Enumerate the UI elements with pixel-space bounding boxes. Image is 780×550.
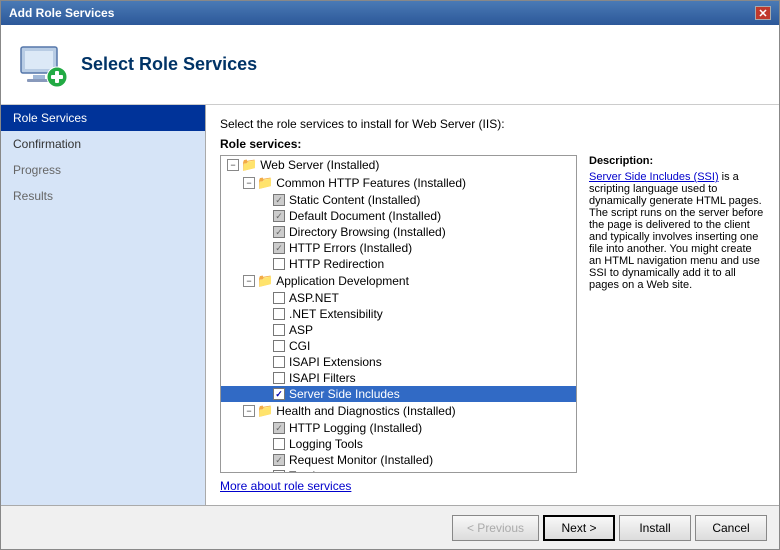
tree-item-label: HTTP Redirection (289, 257, 384, 271)
expand-icon[interactable]: − (227, 159, 239, 171)
tree-item-web-server[interactable]: −📁Web Server (Installed) (221, 156, 576, 174)
checkbox[interactable] (273, 454, 285, 466)
tree-item-label: Server Side Includes (289, 387, 400, 401)
tree-item-tracing[interactable]: Tracing (221, 468, 576, 473)
tree-item-label: ASP.NET (289, 291, 339, 305)
previous-button[interactable]: < Previous (452, 515, 539, 541)
checkbox[interactable] (273, 194, 285, 206)
tree-item-label: Application Development (276, 274, 409, 288)
checkbox[interactable] (273, 308, 285, 320)
tree-item-http-redirect[interactable]: HTTP Redirection (221, 256, 576, 272)
tree-item-common-http[interactable]: −📁Common HTTP Features (Installed) (221, 174, 576, 192)
checkbox[interactable] (273, 356, 285, 368)
folder-icon: 📁 (241, 157, 257, 173)
more-about-link[interactable]: More about role services (220, 479, 351, 493)
tree-item-isapi-ext[interactable]: ISAPI Extensions (221, 354, 576, 370)
checkbox[interactable] (273, 242, 285, 254)
expand-icon[interactable]: − (243, 275, 255, 287)
tree-item-label: Web Server (Installed) (260, 158, 379, 172)
tree-item-cgi[interactable]: CGI (221, 338, 576, 354)
main-panel: Select the role services to install for … (206, 105, 779, 505)
tree-item-logging-tools[interactable]: Logging Tools (221, 436, 576, 452)
tree-item-app-dev[interactable]: −📁Application Development (221, 272, 576, 290)
tree-panel[interactable]: −📁Web Server (Installed)−📁Common HTTP Fe… (220, 155, 577, 473)
description-body: Server Side Includes (SSI) is a scriptin… (589, 171, 765, 291)
tree-item-label: HTTP Logging (Installed) (289, 421, 422, 435)
more-link-row: More about role services (220, 479, 765, 493)
header-title: Select Role Services (81, 54, 257, 75)
tree-item-default-doc[interactable]: Default Document (Installed) (221, 208, 576, 224)
description-text-suffix: is a scripting language used to dynamica… (589, 171, 763, 291)
tree-item-label: Health and Diagnostics (Installed) (276, 404, 455, 418)
tree-item-label: Common HTTP Features (Installed) (276, 176, 466, 190)
checkbox[interactable] (273, 226, 285, 238)
tree-item-label: ISAPI Filters (289, 371, 356, 385)
header-icon (17, 39, 69, 91)
tree-item-label: Request Monitor (Installed) (289, 453, 433, 467)
sidebar-item-progress: Progress (1, 157, 205, 183)
tree-item-label: ISAPI Extensions (289, 355, 382, 369)
next-button[interactable]: Next > (543, 515, 615, 541)
tree-item-ssi[interactable]: Server Side Includes (221, 386, 576, 402)
tree-item-label: Directory Browsing (Installed) (289, 225, 446, 239)
tree-item-static-content[interactable]: Static Content (Installed) (221, 192, 576, 208)
tree-item-req-monitor[interactable]: Request Monitor (Installed) (221, 452, 576, 468)
tree-item-label: Default Document (Installed) (289, 209, 441, 223)
tree-item-http-errors[interactable]: HTTP Errors (Installed) (221, 240, 576, 256)
checkbox[interactable] (273, 438, 285, 450)
main-window: Add Role Services ✕ Select Role Services… (0, 0, 780, 550)
sidebar-item-role-services[interactable]: Role Services (1, 105, 205, 131)
window-title: Add Role Services (9, 6, 114, 20)
tree-item-asp[interactable]: ASP (221, 322, 576, 338)
description-panel: Description: Server Side Includes (SSI) … (585, 155, 765, 473)
sidebar: Role Services Confirmation Progress Resu… (1, 105, 206, 505)
description-link[interactable]: Server Side Includes (SSI) (589, 171, 719, 183)
checkbox[interactable] (273, 258, 285, 270)
checkbox[interactable] (273, 470, 285, 473)
close-button[interactable]: ✕ (755, 6, 771, 20)
expand-icon[interactable]: − (243, 405, 255, 417)
expand-icon[interactable]: − (243, 177, 255, 189)
tree-item-net-ext[interactable]: .NET Extensibility (221, 306, 576, 322)
tree-item-label: Static Content (Installed) (289, 193, 420, 207)
header-panel: Select Role Services (1, 25, 779, 105)
sidebar-item-results: Results (1, 183, 205, 209)
tree-item-http-logging[interactable]: HTTP Logging (Installed) (221, 420, 576, 436)
checkbox[interactable] (273, 210, 285, 222)
checkbox[interactable] (273, 324, 285, 336)
content-area: Role Services Confirmation Progress Resu… (1, 105, 779, 505)
folder-icon: 📁 (257, 403, 273, 419)
tree-item-health-diag[interactable]: −📁Health and Diagnostics (Installed) (221, 402, 576, 420)
folder-icon: 📁 (257, 175, 273, 191)
checkbox[interactable] (273, 340, 285, 352)
install-button[interactable]: Install (619, 515, 691, 541)
folder-icon: 📁 (257, 273, 273, 289)
tree-item-label: Tracing (289, 469, 329, 473)
tree-item-label: HTTP Errors (Installed) (289, 241, 412, 255)
checkbox[interactable] (273, 422, 285, 434)
tree-item-label: CGI (289, 339, 310, 353)
title-bar: Add Role Services ✕ (1, 1, 779, 25)
cancel-button[interactable]: Cancel (695, 515, 767, 541)
role-services-label: Role services: (220, 137, 765, 151)
tree-item-label: ASP (289, 323, 313, 337)
description-title: Description: (589, 155, 765, 167)
checkbox[interactable] (273, 372, 285, 384)
tree-item-label: .NET Extensibility (289, 307, 383, 321)
checkbox[interactable] (273, 292, 285, 304)
sidebar-item-confirmation[interactable]: Confirmation (1, 131, 205, 157)
instruction-text: Select the role services to install for … (220, 117, 765, 131)
content-row: −📁Web Server (Installed)−📁Common HTTP Fe… (220, 155, 765, 473)
checkbox[interactable] (273, 388, 285, 400)
tree-item-label: Logging Tools (289, 437, 363, 451)
tree-item-dir-browsing[interactable]: Directory Browsing (Installed) (221, 224, 576, 240)
tree-item-asp-net[interactable]: ASP.NET (221, 290, 576, 306)
tree-item-isapi-filter[interactable]: ISAPI Filters (221, 370, 576, 386)
footer: < Previous Next > Install Cancel (1, 505, 779, 549)
